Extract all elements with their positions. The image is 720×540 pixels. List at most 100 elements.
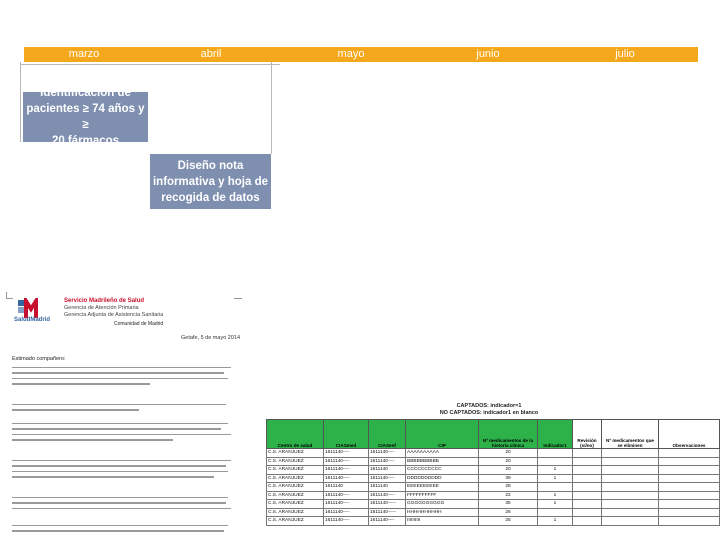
column-header: CIASenf xyxy=(368,419,406,449)
table-cell xyxy=(572,490,602,500)
table-cell: 22 xyxy=(478,490,538,500)
table-row: C.S. ARANJUEZ 1611140---- 1611140---- IIIII… xyxy=(266,516,720,526)
month-label: abril xyxy=(200,48,222,60)
task-identificacion-pacientes: Identificación de pacientes ≥ 74 años y ≥… xyxy=(23,87,148,147)
table-cell xyxy=(572,499,602,509)
column-header: Observaciones xyxy=(658,419,720,449)
letter-paragraph xyxy=(12,404,242,415)
letter-greeting: Estimado compañero: xyxy=(12,356,66,362)
informative-letter-thumbnail: SaludMadrid Servicio Madrileño de Salud … xyxy=(6,292,243,540)
table-cell xyxy=(572,465,602,475)
table-cell: C.S. ARANJUEZ xyxy=(266,473,324,483)
table-cell: 1611140 xyxy=(368,482,406,492)
table-cell: 1611140---- xyxy=(323,507,369,517)
table-cell: C.S. ARANJUEZ xyxy=(266,456,324,466)
table-cell: 20 xyxy=(478,456,538,466)
table-cell: GGGGGGGGGG xyxy=(405,499,479,509)
table-cell xyxy=(601,473,659,483)
table-row: C.S. ARANJUEZ 1611140---- 1611140 CCCCCCCCC… xyxy=(266,465,720,475)
table-cell: 1611140---- xyxy=(323,516,369,526)
month-label: marzo xyxy=(68,48,100,60)
brand-name: SaludMadrid xyxy=(14,317,51,323)
table-cell: C.S. ARANJUEZ xyxy=(266,482,324,492)
table-cell xyxy=(572,516,602,526)
table-cell: 25 xyxy=(478,516,538,526)
sheet-title-no-captados: NO CAPTADOS: indicador1 en blanco xyxy=(439,410,539,416)
column-header: CIASmed xyxy=(323,419,369,449)
month-header-bar: marzo abril mayo junio julio xyxy=(24,47,698,62)
table-cell xyxy=(537,507,573,517)
table-cell: 1 xyxy=(537,516,573,526)
table-cell: FFFFFFFFFF xyxy=(405,490,479,500)
column-header: Centro de salud xyxy=(266,419,324,449)
table-cell: 1 xyxy=(537,499,573,509)
table-cell: EEEEEEEEEE xyxy=(405,482,479,492)
table-cell xyxy=(601,465,659,475)
letterhead: Servicio Madrileño de Salud Gerencia de … xyxy=(64,298,163,319)
table-cell: 1611140---- xyxy=(323,473,369,483)
column-header: CIP xyxy=(405,419,479,449)
table-cell xyxy=(658,465,720,475)
table-cell: 1611140 xyxy=(323,482,369,492)
task-label-line: recogida de datos xyxy=(161,191,260,204)
table-cell xyxy=(537,456,573,466)
letter-paragraph xyxy=(12,525,242,536)
task-label: Identificación de pacientes ≥ 74 años y ≥… xyxy=(23,85,148,149)
table-cell xyxy=(658,482,720,492)
task-label-line: Diseño nota xyxy=(177,159,244,172)
table-cell xyxy=(601,499,659,509)
table-cell: C.S. ARANJUEZ xyxy=(266,499,324,509)
table-cell: 1611140---- xyxy=(323,456,369,466)
table-cell: CCCCCCCCCC xyxy=(405,465,479,475)
table-cell xyxy=(658,448,720,458)
table-cell: 1611140---- xyxy=(368,473,406,483)
org-name: Servicio Madrileño de Salud xyxy=(64,298,145,304)
crop-mark xyxy=(6,292,13,299)
table-cell: C.S. ARANJUEZ xyxy=(266,490,324,500)
region-label: Comunidad de Madrid xyxy=(114,321,164,327)
timeline-guide-line xyxy=(20,62,21,142)
table-cell xyxy=(572,482,602,492)
task-label-line: pacientes ≥ 74 años y ≥ xyxy=(26,103,145,131)
letter-paragraph xyxy=(12,367,242,389)
task-label-line: informativa y hoja de xyxy=(152,175,269,188)
table-cell: 1611140----- xyxy=(368,499,406,509)
table-cell: 1611140----- xyxy=(368,507,406,517)
table-cell: 1 xyxy=(537,465,573,475)
table-cell: 1611140---- xyxy=(368,456,406,466)
table-cell xyxy=(537,448,573,458)
table-row: C.S. ARANJUEZ 1611140---- 1611140---- AAAAA… xyxy=(266,448,720,458)
timeline-guide-line xyxy=(271,62,272,154)
table-cell xyxy=(572,507,602,517)
table-cell xyxy=(572,456,602,466)
table-row: C.S. ARANJUEZ 1611140---- 1611140---- FFFFF… xyxy=(266,490,720,500)
table-cell xyxy=(658,490,720,500)
letter-paragraph xyxy=(12,460,242,482)
table-cell xyxy=(572,473,602,483)
task-label-line: Identificación de xyxy=(40,87,131,99)
table-cell: 1611140---- xyxy=(323,499,369,509)
letter-paragraph xyxy=(12,423,242,445)
table-header-row: Centro de salud CIASmed CIASenf CIP Nº m… xyxy=(266,419,720,449)
org-subtitle: Gerencia de Atención Primaria xyxy=(64,305,139,311)
table-cell: 20 xyxy=(478,465,538,475)
column-header: Indicador1 xyxy=(537,419,573,449)
table-cell: 20 xyxy=(478,448,538,458)
table-cell xyxy=(658,456,720,466)
table-cell: 26 xyxy=(478,507,538,517)
table-cell: 1611140---- xyxy=(368,490,406,500)
table-cell: 1611140 xyxy=(368,465,406,475)
table-cell: C.S. ARANJUEZ xyxy=(266,507,324,517)
task-diseno-nota-informativa: Diseño nota informativa y hoja de recogida… xyxy=(150,154,271,209)
table-cell xyxy=(601,507,659,517)
month-label: julio xyxy=(615,48,635,60)
table-row: C.S. ARANJUEZ 1611140---- 1611140---- BBBBB… xyxy=(266,456,720,466)
table-cell: DDDDDDDDDD xyxy=(405,473,479,483)
table-cell: C.S. ARANJUEZ xyxy=(266,465,324,475)
table-cell: 1 xyxy=(537,473,573,483)
patient-table: Centro de salud CIASmed CIASenf CIP Nº m… xyxy=(266,419,720,526)
table-row: C.S. ARANJUEZ 1611140---- 1611140----- HHHH… xyxy=(266,507,720,517)
table-cell: AAAAAAAAAA xyxy=(405,448,479,458)
task-label: Diseño nota informativa y hoja de recogida… xyxy=(153,158,268,206)
data-collection-sheet: CAPTADOS: indicador=1 NO CAPTADOS: indic… xyxy=(258,393,720,540)
